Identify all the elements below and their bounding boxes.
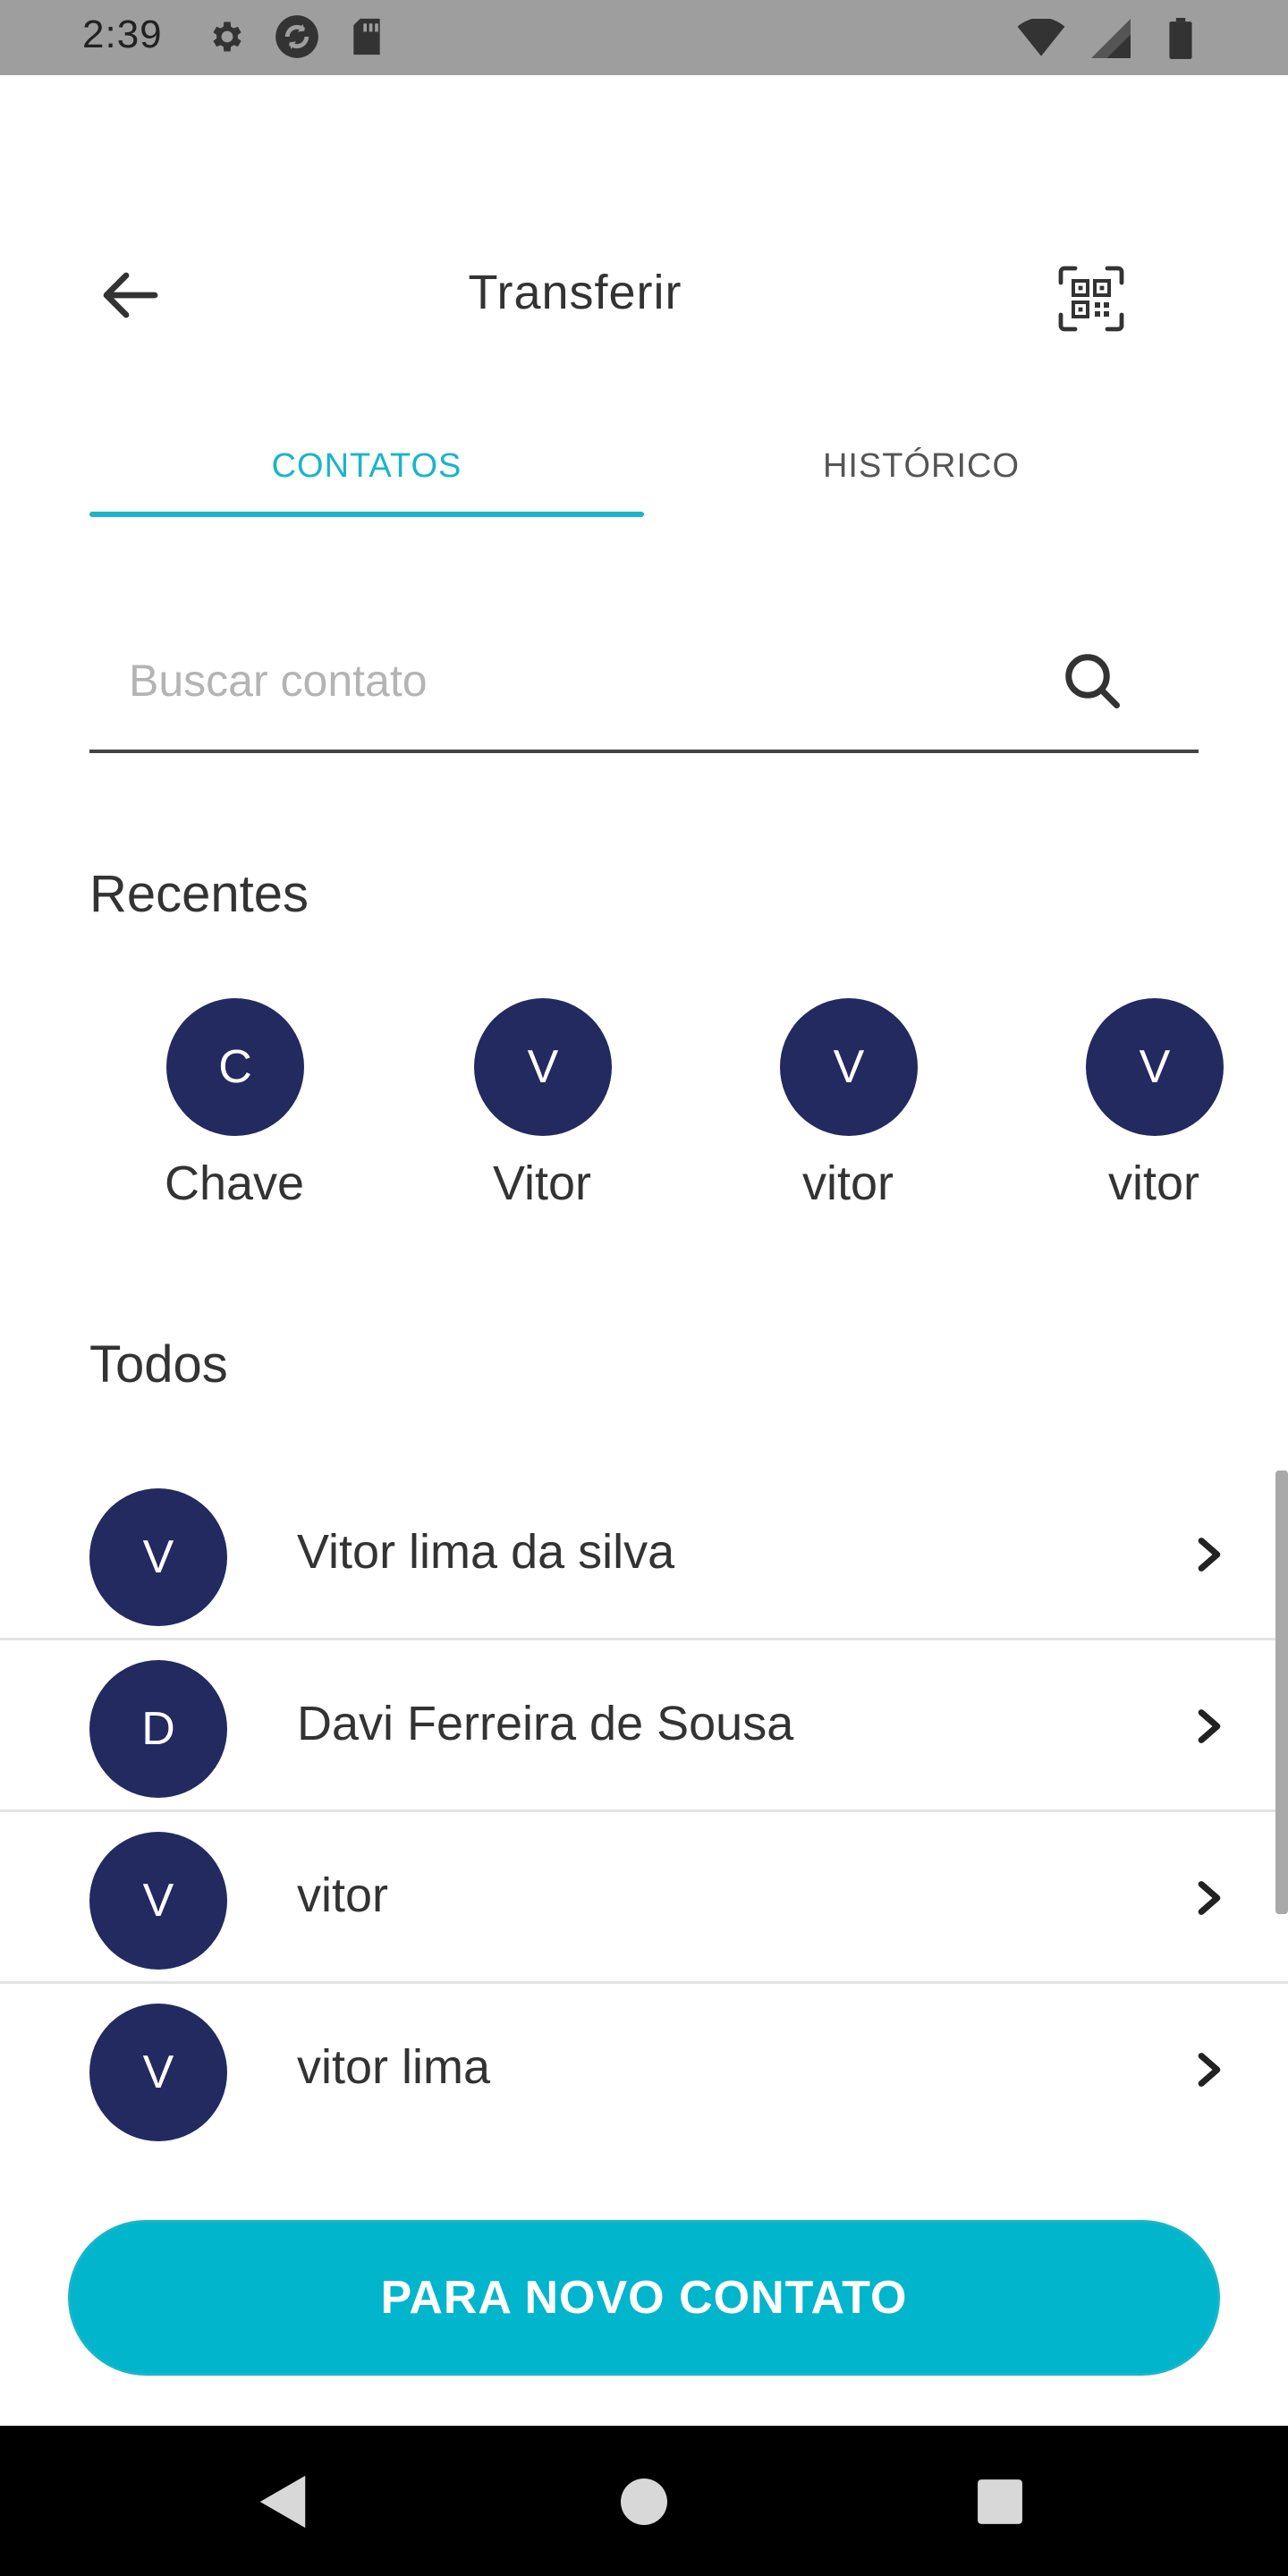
wifi-icon <box>1016 16 1066 61</box>
avatar: V <box>1086 998 1224 1136</box>
page-title: Transferir <box>468 266 682 319</box>
avatar: C <box>166 998 304 1136</box>
search-bar <box>89 617 1199 753</box>
tab-bar: CONTATOS HISTÓRICO <box>89 435 1199 517</box>
avatar: D <box>89 1660 227 1798</box>
nav-home-button[interactable] <box>599 2462 689 2542</box>
recent-contact-name: vitor <box>801 1157 894 1210</box>
recent-contact[interactable]: V vitor <box>758 998 937 1231</box>
avatar: V <box>89 1832 227 1970</box>
status-bar: 2:39 <box>0 0 1288 75</box>
qr-scan-button[interactable] <box>1046 254 1136 343</box>
triangle-back-icon <box>259 2475 306 2529</box>
chevron-right-icon <box>1182 2043 1236 2097</box>
todos-title: Todos <box>89 1335 228 1394</box>
chevron-right-icon <box>1182 1871 1236 1925</box>
contact-name: vitor <box>297 1868 389 1922</box>
settings-icon <box>202 14 252 59</box>
recent-contact[interactable]: C Chave <box>145 998 324 1231</box>
chevron-right-icon <box>1182 1528 1236 1581</box>
list-item[interactable]: V vitor <box>0 1812 1288 1984</box>
chevron-right-icon <box>1182 1699 1236 1753</box>
square-recents-icon <box>978 2479 1022 2524</box>
list-item[interactable]: D Davi Ferreira de Sousa <box>0 1640 1288 1812</box>
scrollbar[interactable] <box>1275 1470 1288 1914</box>
nav-back-button[interactable] <box>238 2462 327 2542</box>
list-item[interactable]: V Vitor lima da silva <box>0 1469 1288 1640</box>
circle-home-icon <box>621 2479 667 2525</box>
battery-icon <box>1156 16 1206 61</box>
contact-name: Vitor lima da silva <box>297 1525 675 1579</box>
avatar: V <box>89 1488 227 1626</box>
sd-card-icon <box>342 14 392 59</box>
status-right-icons <box>1016 16 1206 61</box>
search-icon[interactable] <box>1052 640 1132 721</box>
contact-name: Davi Ferreira de Sousa <box>297 1697 794 1750</box>
nav-recents-button[interactable] <box>955 2462 1045 2542</box>
status-left-icons <box>202 14 392 59</box>
tab-historico[interactable]: HISTÓRICO <box>644 435 1199 517</box>
recent-contact[interactable]: V vitor <box>1064 998 1243 1231</box>
recent-contact[interactable]: V Vitor <box>453 998 631 1231</box>
search-input[interactable] <box>129 640 1068 721</box>
system-nav-bar <box>0 2426 1288 2576</box>
contact-name: vitor lima <box>297 2040 491 2094</box>
list-item[interactable]: V vitor lima <box>0 1984 1288 2156</box>
sync-icon <box>272 14 322 59</box>
avatar: V <box>780 998 918 1136</box>
tab-contatos[interactable]: CONTATOS <box>89 435 644 517</box>
new-contact-button[interactable]: PARA NOVO CONTATO <box>68 2220 1220 2376</box>
qr-code-scan-icon <box>1058 266 1124 332</box>
recent-contact-name: Vitor <box>492 1157 592 1210</box>
recent-contact-name: Chave <box>164 1157 305 1210</box>
avatar: V <box>89 2004 227 2141</box>
recent-contact-name: vitor <box>1107 1157 1199 1210</box>
avatar: V <box>474 998 612 1136</box>
status-time: 2:39 <box>82 13 163 56</box>
signal-icon <box>1086 16 1136 61</box>
recentes-title: Recentes <box>89 865 309 923</box>
